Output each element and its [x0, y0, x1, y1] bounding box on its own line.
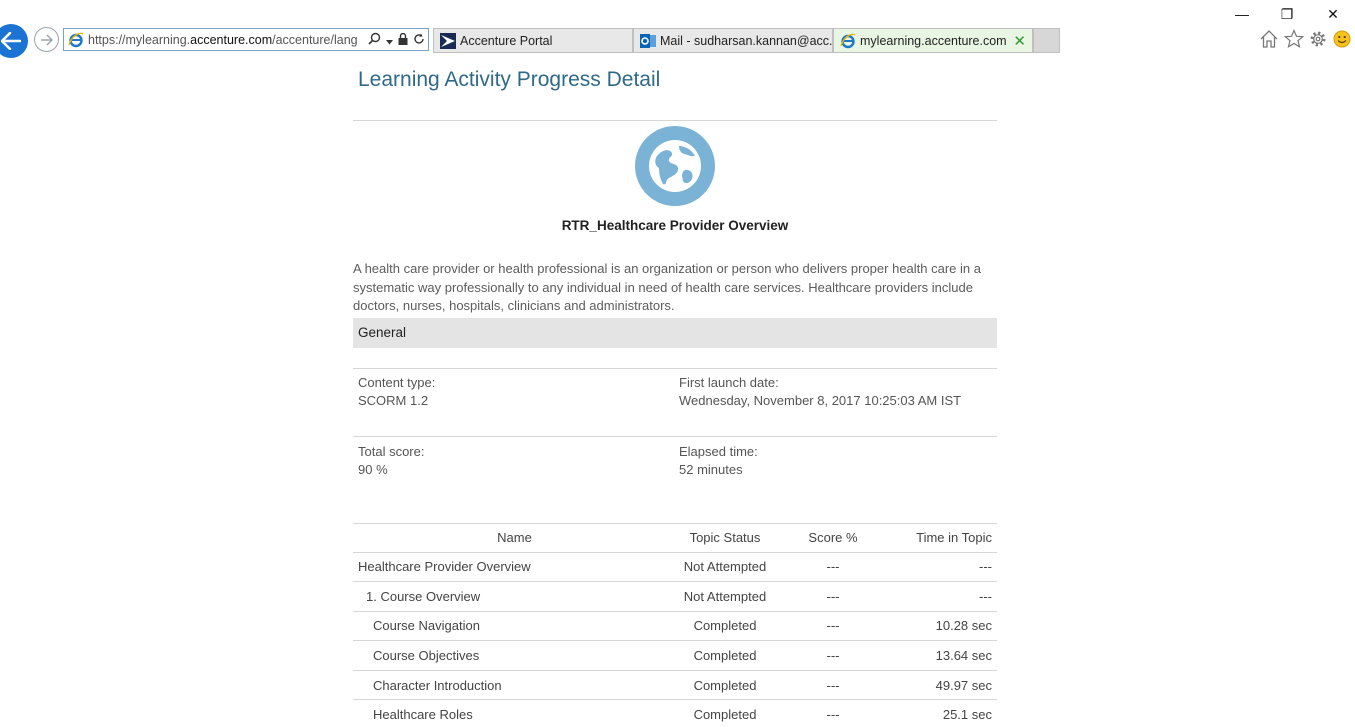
column-header-score: Score %	[779, 523, 887, 553]
row-time: ---	[887, 581, 997, 612]
column-header-time: Time in Topic	[887, 523, 997, 553]
lock-icon[interactable]	[398, 32, 408, 50]
row-time: ---	[887, 552, 997, 583]
row-status: Completed	[671, 611, 779, 642]
section-heading-general: General	[353, 317, 997, 348]
row-name[interactable]: Healthcare Provider Overview	[353, 552, 671, 583]
column-header-name: Name	[353, 523, 671, 553]
tab-label: Mail - sudharsan.kannan@acc...	[660, 34, 833, 48]
minimize-button[interactable]: —	[1232, 4, 1252, 24]
row-score: ---	[779, 699, 887, 727]
row-time: 49.97 sec	[887, 670, 997, 701]
close-tab-icon[interactable]: ✕	[1013, 32, 1026, 50]
arrow-left-icon	[1, 32, 21, 50]
tab-mylearning[interactable]: mylearning.accenture.com ✕	[833, 28, 1033, 53]
address-bar[interactable]: https://mylearning.accenture.com/accentu…	[63, 28, 429, 51]
table-row: Course Navigation Completed --- 10.28 se…	[353, 611, 997, 642]
ie-icon	[840, 33, 856, 49]
total-score-value: 90 %	[358, 461, 388, 477]
row-name[interactable]: Course Navigation	[353, 611, 671, 642]
elapsed-time-value: 52 minutes	[679, 461, 743, 477]
new-tab-button[interactable]	[1033, 28, 1060, 53]
row-score: ---	[779, 611, 887, 642]
forward-button[interactable]	[34, 27, 59, 52]
row-name[interactable]: Course Objectives	[353, 640, 671, 671]
elapsed-time-field: Elapsed time: 52 minutes	[674, 443, 995, 523]
search-icon[interactable]	[368, 32, 381, 50]
row-score: ---	[779, 640, 887, 671]
first-launch-value: Wednesday, November 8, 2017 10:25:03 AM …	[679, 392, 962, 408]
row-status: Completed	[671, 640, 779, 671]
restore-button[interactable]: ❐	[1277, 4, 1297, 24]
elapsed-time-label: Elapsed time:	[679, 443, 758, 459]
course-name: RTR_Healthcare Provider Overview	[561, 218, 789, 233]
smiley-feedback-icon[interactable]	[1332, 29, 1352, 49]
total-score-label: Total score:	[358, 443, 425, 459]
table-header-row: Name Topic Status Score % Time in Topic	[353, 523, 997, 553]
column-header-status: Topic Status	[671, 523, 779, 553]
course-description: A health care provider or health profess…	[353, 261, 981, 313]
page-title: Learning Activity Progress Detail	[358, 68, 661, 91]
info-row: Total score: 90 % Elapsed time: 52 minut…	[353, 435, 997, 523]
back-button[interactable]	[0, 24, 28, 58]
tab-accenture-portal[interactable]: Accenture Portal	[433, 28, 633, 53]
outlook-icon	[640, 34, 656, 48]
row-status: Completed	[671, 670, 779, 701]
row-score: ---	[779, 581, 887, 612]
ie-icon	[68, 32, 84, 48]
content-type-label: Content type:	[358, 374, 436, 390]
learning-detail-content: Learning Activity Progress Detail RTR_He…	[353, 56, 997, 727]
refresh-icon[interactable]	[413, 32, 425, 50]
row-time: 25.1 sec	[887, 699, 997, 727]
url-text[interactable]: https://mylearning.accenture.com/accentu…	[88, 33, 358, 47]
accenture-icon	[440, 33, 456, 49]
browser-chrome: https://mylearning.accenture.com/accentu…	[0, 0, 1355, 58]
home-icon[interactable]	[1259, 29, 1279, 49]
first-launch-label: First launch date:	[679, 374, 779, 390]
info-row: Content type: SCORM 1.2 First launch dat…	[353, 367, 997, 436]
tab-label: Accenture Portal	[460, 34, 553, 48]
settings-gear-icon[interactable]	[1308, 29, 1328, 49]
row-name[interactable]: Character Introduction	[353, 670, 671, 701]
table-row: Character Introduction Completed --- 49.…	[353, 670, 997, 701]
row-time: 10.28 sec	[887, 611, 997, 642]
table-row: Healthcare Provider Overview Not Attempt…	[353, 552, 997, 583]
row-status: Not Attempted	[671, 581, 779, 612]
table-row: Healthcare Roles Completed --- 25.1 sec	[353, 699, 997, 727]
first-launch-field: First launch date: Wednesday, November 8…	[674, 374, 995, 436]
favorites-star-icon[interactable]	[1283, 28, 1305, 49]
close-window-button[interactable]: ✕	[1323, 4, 1343, 24]
row-status: Completed	[671, 699, 779, 727]
divider	[353, 120, 997, 121]
arrow-right-icon	[41, 34, 53, 46]
tab-label: mylearning.accenture.com	[860, 34, 1007, 48]
row-score: ---	[779, 670, 887, 701]
table-row: 1. Course Overview Not Attempted --- ---	[353, 581, 997, 612]
activity-table: Name Topic Status Score % Time in Topic …	[353, 523, 997, 727]
row-score: ---	[779, 552, 887, 583]
table-row: Course Objectives Completed --- 13.64 se…	[353, 640, 997, 671]
row-name[interactable]: 1. Course Overview	[353, 581, 671, 612]
content-type-field: Content type: SCORM 1.2	[353, 374, 674, 436]
row-status: Not Attempted	[671, 552, 779, 583]
total-score-field: Total score: 90 %	[353, 443, 674, 523]
globe-icon	[635, 126, 715, 206]
row-name[interactable]: Healthcare Roles	[353, 699, 671, 727]
content-type-value: SCORM 1.2	[358, 392, 429, 408]
row-time: 13.64 sec	[887, 640, 997, 671]
tab-mail[interactable]: Mail - sudharsan.kannan@acc...	[633, 28, 833, 53]
dropdown-arrow-icon[interactable]	[386, 32, 393, 50]
